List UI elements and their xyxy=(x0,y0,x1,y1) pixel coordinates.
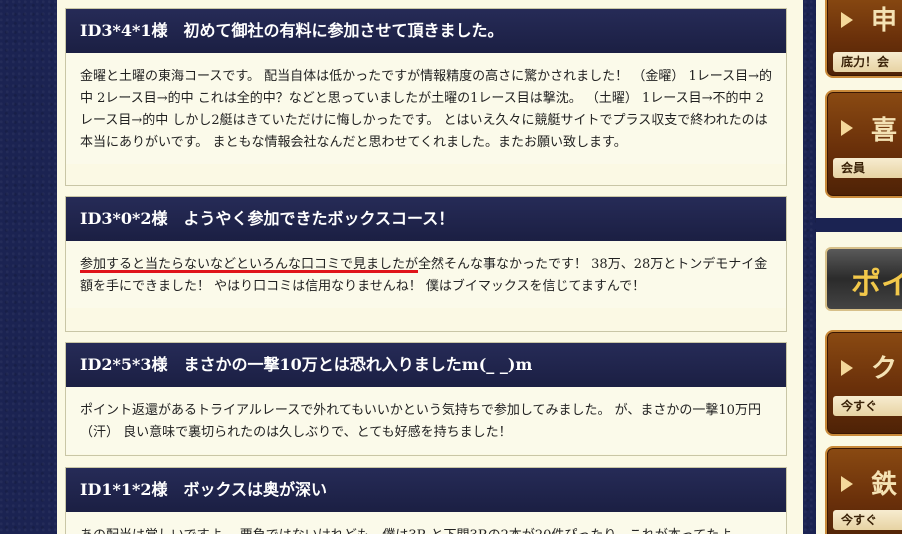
sidebar-button-apply[interactable]: 申 底力！会 xyxy=(825,0,902,78)
play-arrow-icon xyxy=(841,12,853,28)
sidebar-button-member[interactable]: 喜 会員 xyxy=(825,90,902,198)
review-title: ID3*4*1様 初めて御社の有料に参加させて頂きました。 xyxy=(66,9,786,53)
review-body: 参加すると当たらないなどといろんな口コミで見ましたが全然そんな事なかったです！ … xyxy=(66,241,786,308)
points-banner-text: ポイ xyxy=(851,267,902,302)
sidebar-button-glyph: 申 xyxy=(871,6,898,36)
right-sidebar: 申 底力！会 喜 会員 ポイ ク 今すぐ 鉄 今すぐ xyxy=(816,0,902,534)
review-body: あの配当は覚しいですよ。 要負ではないけれども、僕は3R と下関3Rの2本が20… xyxy=(66,512,786,534)
sidebar-button-label: 底力！会 xyxy=(833,52,902,72)
review-card: ID3*0*2様 ようやく参加できたボックスコース！ 参加すると当たらないなどと… xyxy=(65,196,787,332)
sidebar-button-label: 会員 xyxy=(833,158,902,178)
sidebar-button-glyph: 喜 xyxy=(871,116,898,146)
review-card: ID2*5*3様 まさかの一撃10万とは恐れ入りましたm(_ _)m ポイント返… xyxy=(65,342,787,456)
sidebar-button-course-2[interactable]: 鉄 今すぐ xyxy=(825,446,902,534)
reviews-column: ID3*4*1様 初めて御社の有料に参加させて頂きました。 金曜と土曜の東海コー… xyxy=(57,0,803,534)
review-body: 金曜と土曜の東海コースです。 配当自体は低かったですが情報精度の高さに驚かされま… xyxy=(66,53,786,164)
sidebar-button-course-1[interactable]: ク 今すぐ xyxy=(825,330,902,436)
review-card: ID3*4*1様 初めて御社の有料に参加させて頂きました。 金曜と土曜の東海コー… xyxy=(65,8,787,186)
review-card: ID1*1*2様 ボックスは奥が深い あの配当は覚しいですよ。 要負ではないけれ… xyxy=(65,467,787,534)
sidebar-button-glyph: 鉄 xyxy=(871,470,898,500)
play-arrow-icon xyxy=(841,120,853,136)
review-body: ポイント返還があるトライアルレースで外れてもいいかという気持ちで参加してみました… xyxy=(66,387,786,454)
sidebar-button-label: 今すぐ xyxy=(833,396,902,416)
review-title: ID3*0*2様 ようやく参加できたボックスコース！ xyxy=(66,197,786,241)
review-title: ID1*1*2様 ボックスは奥が深い xyxy=(66,468,786,512)
review-title: ID2*5*3様 まさかの一撃10万とは恐れ入りましたm(_ _)m xyxy=(66,343,786,387)
points-banner[interactable]: ポイ xyxy=(825,247,902,311)
play-arrow-icon xyxy=(841,360,853,376)
sidebar-button-label: 今すぐ xyxy=(833,510,902,530)
highlighted-phrase: 参加すると当たらないなどといろんな口コミで見ましたが xyxy=(80,257,419,273)
sidebar-divider xyxy=(816,218,902,232)
play-arrow-icon xyxy=(841,476,853,492)
sidebar-button-glyph: ク xyxy=(871,354,898,384)
